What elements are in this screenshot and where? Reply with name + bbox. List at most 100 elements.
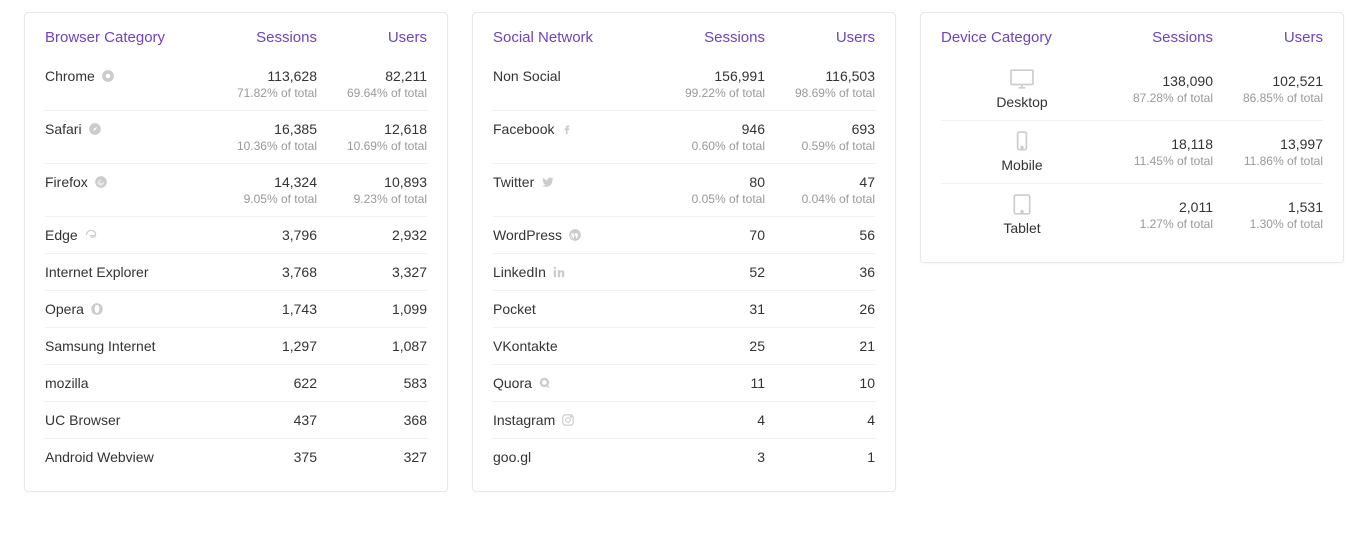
- row-name: Safari: [45, 121, 82, 137]
- row-users: 2,932: [317, 227, 427, 243]
- browser-table-header: Browser Category Sessions Users: [45, 29, 427, 58]
- users-value: 102,521: [1213, 73, 1323, 89]
- row-category: Mobile: [941, 131, 1103, 173]
- mobile-icon: [1008, 131, 1036, 153]
- row-sessions: 18,11811.45% of total: [1103, 136, 1213, 168]
- instagram-icon: [561, 413, 575, 427]
- sessions-pct: 9.05% of total: [207, 192, 317, 206]
- table-row[interactable]: Android Webview375327: [45, 439, 427, 475]
- row-name: Pocket: [493, 301, 536, 317]
- table-row[interactable]: Firefox14,3249.05% of total10,8939.23% o…: [45, 164, 427, 217]
- table-row[interactable]: Samsung Internet1,2971,087: [45, 328, 427, 365]
- users-value: 583: [317, 375, 427, 391]
- browser-sessions-header: Sessions: [207, 29, 317, 46]
- table-row[interactable]: Twitter800.05% of total470.04% of total: [493, 164, 875, 217]
- table-row[interactable]: Chrome113,62871.82% of total82,21169.64%…: [45, 58, 427, 111]
- table-row[interactable]: Safari16,38510.36% of total12,61810.69% …: [45, 111, 427, 164]
- row-sessions: 9460.60% of total: [655, 121, 765, 153]
- sessions-pct: 99.22% of total: [655, 86, 765, 100]
- table-row[interactable]: Desktop138,09087.28% of total102,52186.8…: [941, 58, 1323, 121]
- table-row[interactable]: UC Browser437368: [45, 402, 427, 439]
- dashboard-container: Browser Category Sessions Users Chrome11…: [24, 12, 1345, 492]
- row-sessions: 3,796: [207, 227, 317, 243]
- users-value: 26: [765, 301, 875, 317]
- table-row[interactable]: goo.gl31: [493, 439, 875, 475]
- social-table-header: Social Network Sessions Users: [493, 29, 875, 58]
- sessions-value: 3: [655, 449, 765, 465]
- table-row[interactable]: VKontakte2521: [493, 328, 875, 365]
- row-category: goo.gl: [493, 449, 655, 465]
- users-pct: 98.69% of total: [765, 86, 875, 100]
- row-sessions: 375: [207, 449, 317, 465]
- row-category: Desktop: [941, 68, 1103, 110]
- table-row[interactable]: Non Social156,99199.22% of total116,5039…: [493, 58, 875, 111]
- row-name: UC Browser: [45, 412, 120, 428]
- table-row[interactable]: Opera1,7431,099: [45, 291, 427, 328]
- users-value: 47: [765, 174, 875, 190]
- users-value: 36: [765, 264, 875, 280]
- users-value: 368: [317, 412, 427, 428]
- row-users: 1,5311.30% of total: [1213, 199, 1323, 231]
- table-row[interactable]: WordPress7056: [493, 217, 875, 254]
- row-sessions: 622: [207, 375, 317, 391]
- table-row[interactable]: Pocket 3126: [493, 291, 875, 328]
- sessions-value: 4: [655, 412, 765, 428]
- row-users: 10: [765, 375, 875, 391]
- table-row[interactable]: mozilla 622583: [45, 365, 427, 402]
- row-sessions: 31: [655, 301, 765, 317]
- edge-icon: [84, 228, 98, 242]
- table-row[interactable]: Quora1110: [493, 365, 875, 402]
- sessions-value: 1,743: [207, 301, 317, 317]
- sessions-value: 1,297: [207, 338, 317, 354]
- social-sessions-header: Sessions: [655, 29, 765, 46]
- row-users: 82,21169.64% of total: [317, 68, 427, 100]
- row-name: Desktop: [996, 94, 1047, 110]
- users-pct: 0.04% of total: [765, 192, 875, 206]
- users-value: 56: [765, 227, 875, 243]
- row-name: Edge: [45, 227, 78, 243]
- users-value: 1,531: [1213, 199, 1323, 215]
- table-row[interactable]: Edge 3,7962,932: [45, 217, 427, 254]
- row-category: LinkedIn: [493, 264, 655, 280]
- sessions-value: 138,090: [1103, 73, 1213, 89]
- device-category-card: Device Category Sessions Users Desktop13…: [920, 12, 1344, 263]
- users-value: 13,997: [1213, 136, 1323, 152]
- social-network-card: Social Network Sessions Users Non Social…: [472, 12, 896, 492]
- users-pct: 0.59% of total: [765, 139, 875, 153]
- quora-icon: [538, 376, 552, 390]
- row-category: Pocket: [493, 301, 655, 317]
- row-category: UC Browser: [45, 412, 207, 428]
- row-name: Samsung Internet: [45, 338, 156, 354]
- linkedin-icon: [552, 265, 566, 279]
- users-value: 21: [765, 338, 875, 354]
- users-value: 12,618: [317, 121, 427, 137]
- table-row[interactable]: Facebook9460.60% of total6930.59% of tot…: [493, 111, 875, 164]
- row-name: Tablet: [1003, 220, 1040, 236]
- sessions-value: 11: [655, 375, 765, 391]
- table-row[interactable]: LinkedIn 5236: [493, 254, 875, 291]
- table-row[interactable]: Instagram44: [493, 402, 875, 439]
- row-sessions: 113,62871.82% of total: [207, 68, 317, 100]
- row-sessions: 2,0111.27% of total: [1103, 199, 1213, 231]
- row-users: 36: [765, 264, 875, 280]
- row-category: Chrome: [45, 68, 207, 84]
- table-row[interactable]: Internet Explorer3,7683,327: [45, 254, 427, 291]
- row-category: Samsung Internet: [45, 338, 207, 354]
- row-users: 26: [765, 301, 875, 317]
- browser-category-header: Browser Category: [45, 29, 207, 46]
- sessions-value: 14,324: [207, 174, 317, 190]
- row-users: 327: [317, 449, 427, 465]
- row-sessions: 4: [655, 412, 765, 428]
- sessions-value: 52: [655, 264, 765, 280]
- facebook-icon: [560, 122, 574, 136]
- opera-icon: [90, 302, 104, 316]
- row-name: mozilla: [45, 375, 89, 391]
- row-category: VKontakte: [493, 338, 655, 354]
- table-row[interactable]: Tablet 2,0111.27% of total1,5311.30% of t…: [941, 184, 1323, 246]
- table-row[interactable]: Mobile18,11811.45% of total13,99711.86% …: [941, 121, 1323, 184]
- row-category: Internet Explorer: [45, 264, 207, 280]
- row-sessions: 1,743: [207, 301, 317, 317]
- row-users: 3,327: [317, 264, 427, 280]
- sessions-value: 31: [655, 301, 765, 317]
- row-name: LinkedIn: [493, 264, 546, 280]
